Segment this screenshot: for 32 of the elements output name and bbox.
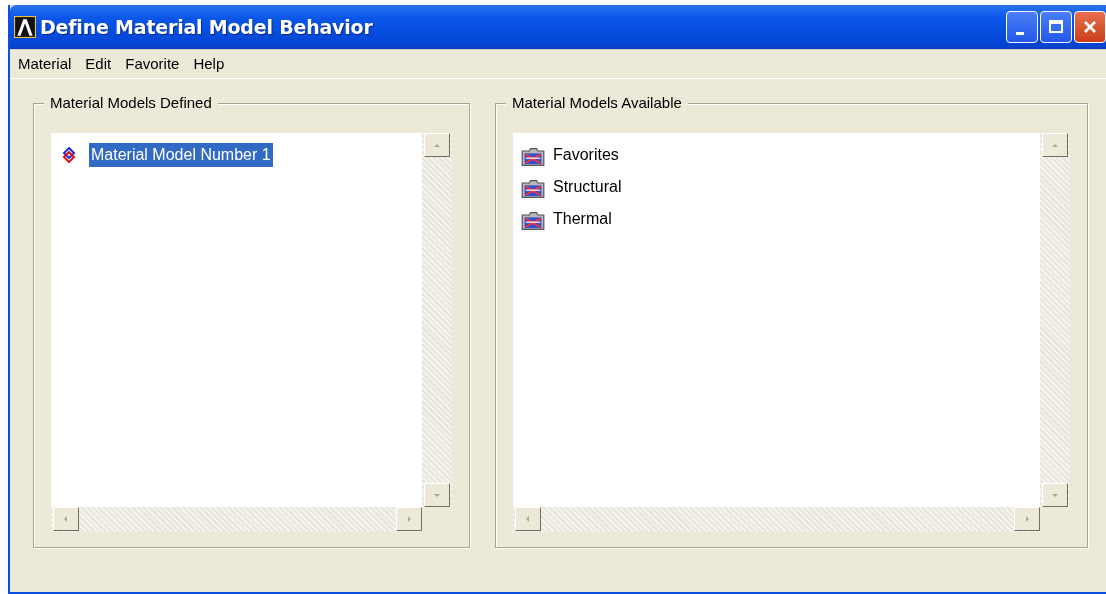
- tree-item[interactable]: Thermal: [551, 207, 614, 231]
- horizontal-scrollbar[interactable]: [51, 507, 422, 532]
- tree-item[interactable]: Favorites: [551, 143, 621, 167]
- maximize-button[interactable]: [1040, 11, 1072, 43]
- scroll-left-button[interactable]: [515, 507, 541, 531]
- scroll-up-button[interactable]: [1042, 133, 1068, 157]
- scroll-down-button[interactable]: [424, 483, 450, 507]
- folder-icon: [521, 179, 545, 199]
- horizontal-scrollbar[interactable]: [513, 507, 1040, 532]
- menu-item[interactable]: Help: [193, 55, 225, 72]
- scroll-up-button[interactable]: [424, 133, 450, 157]
- tree-item[interactable]: Structural: [551, 175, 624, 199]
- group-title: Material Models Available: [506, 94, 688, 111]
- minimize-button[interactable]: [1006, 11, 1038, 43]
- minimize-icon: [1016, 31, 1024, 35]
- menu-item[interactable]: Edit: [85, 55, 112, 72]
- menu-item[interactable]: Material: [18, 55, 72, 72]
- folder-icon: [521, 147, 545, 167]
- vertical-scrollbar[interactable]: [1040, 133, 1070, 507]
- scroll-right-button[interactable]: [1014, 507, 1040, 531]
- tree-item[interactable]: Material Model Number 1: [89, 143, 273, 167]
- group-title: Material Models Defined: [44, 94, 218, 111]
- folder-icon: [521, 211, 545, 231]
- close-button[interactable]: [1074, 11, 1106, 43]
- vertical-scrollbar[interactable]: [422, 133, 452, 507]
- menu-item[interactable]: Favorite: [125, 55, 180, 72]
- scroll-left-button[interactable]: [53, 507, 79, 531]
- logo-icon: [14, 16, 36, 38]
- diamond-icon: [61, 147, 77, 163]
- window-title: Define Material Model Behavior: [40, 16, 374, 38]
- scroll-down-button[interactable]: [1042, 483, 1068, 507]
- scroll-right-button[interactable]: [396, 507, 422, 531]
